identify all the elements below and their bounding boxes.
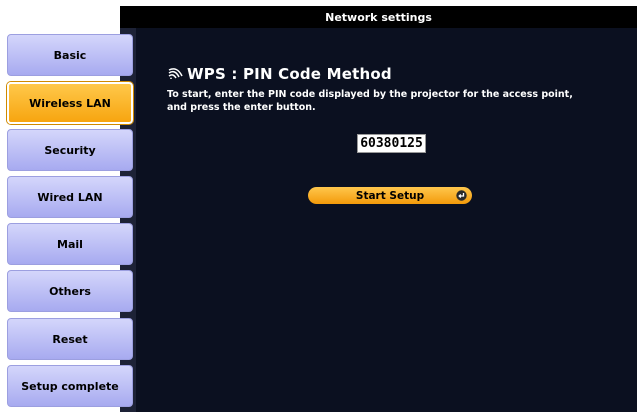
screen: Network settings Basic Wireless LAN Secu… bbox=[0, 0, 637, 412]
window-title: Network settings bbox=[120, 6, 637, 28]
start-setup-button[interactable]: Start Setup bbox=[308, 187, 472, 204]
instructions-line-2: and press the enter button. bbox=[167, 102, 316, 113]
pin-code-display: 60380125 bbox=[357, 134, 426, 153]
sidebar-item-setup-complete[interactable]: Setup complete bbox=[7, 365, 133, 407]
sidebar-item-security[interactable]: Security bbox=[7, 129, 133, 171]
sidebar-item-wired-lan[interactable]: Wired LAN bbox=[7, 176, 133, 218]
sidebar-item-basic[interactable]: Basic bbox=[7, 34, 133, 76]
sidebar-item-others[interactable]: Others bbox=[7, 270, 133, 312]
sidebar-item-reset[interactable]: Reset bbox=[7, 318, 133, 360]
section-heading-text: WPS : PIN Code Method bbox=[187, 65, 392, 83]
enter-icon bbox=[456, 190, 467, 201]
wireless-signal-icon bbox=[168, 68, 183, 79]
sidebar-item-wireless-lan[interactable]: Wireless LAN bbox=[7, 82, 133, 124]
instructions-line-1: To start, enter the PIN code displayed b… bbox=[167, 89, 573, 100]
instructions: To start, enter the PIN code displayed b… bbox=[167, 88, 627, 114]
sidebar-item-mail[interactable]: Mail bbox=[7, 223, 133, 265]
section-heading: WPS : PIN Code Method bbox=[167, 65, 627, 83]
wps-content: WPS : PIN Code Method To start, enter th… bbox=[167, 65, 627, 114]
start-setup-label: Start Setup bbox=[355, 189, 425, 202]
